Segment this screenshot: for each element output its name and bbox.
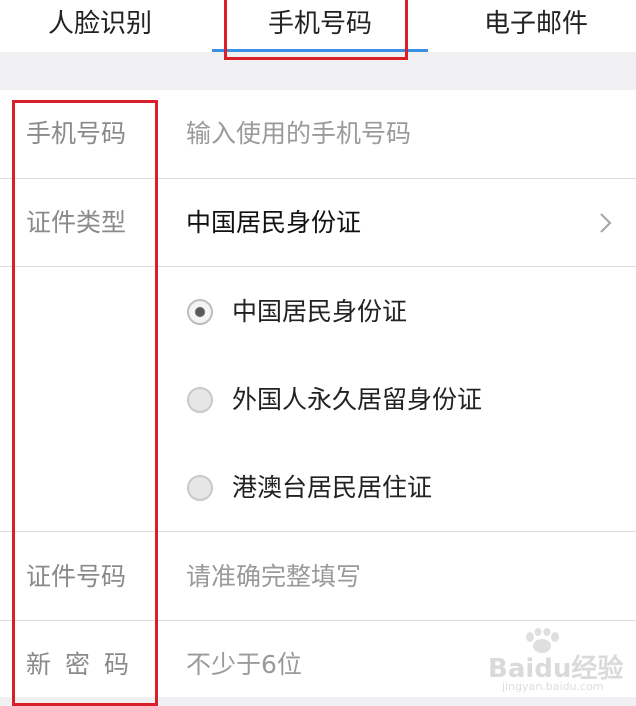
id-option-hmt-residence[interactable]: 港澳台居民居住证 (232, 471, 432, 505)
radio-icon[interactable] (187, 299, 213, 325)
radio-icon[interactable] (187, 387, 213, 413)
new-password-input[interactable]: 不少于6位 (186, 648, 302, 682)
row-divider (0, 266, 636, 267)
chevron-right-icon[interactable] (598, 208, 614, 238)
new-password-label: 新密码 (26, 650, 144, 679)
tab-email[interactable]: 电子邮件 (436, 0, 636, 52)
row-divider (0, 178, 636, 179)
row-divider (0, 531, 636, 532)
id-number-label: 证件号码 (26, 562, 127, 591)
active-tab-indicator (212, 49, 428, 52)
reset-form: 手机号码 输入使用的手机号码 证件类型 中国居民身份证 中国居民身份证 外国人永… (0, 90, 636, 697)
phone-label: 手机号码 (26, 119, 127, 148)
phone-input[interactable]: 输入使用的手机号码 (186, 117, 411, 151)
watermark-url: jingyan.baidu.com (502, 680, 604, 693)
radio-icon[interactable] (187, 475, 213, 501)
tab-face-recognition[interactable]: 人脸识别 (0, 0, 200, 52)
tab-phone-number[interactable]: 手机号码 (212, 0, 428, 52)
id-type-label: 证件类型 (26, 208, 127, 237)
id-number-input[interactable]: 请准确完整填写 (186, 560, 361, 594)
watermark: Baidu经验 jingyan.baidu.com (478, 628, 628, 693)
id-option-cn-resident[interactable]: 中国居民身份证 (232, 295, 407, 329)
id-type-select[interactable]: 中国居民身份证 (186, 206, 361, 240)
id-option-foreign-permanent[interactable]: 外国人永久居留身份证 (232, 383, 482, 417)
row-divider (0, 620, 636, 621)
tab-bar: 人脸识别 手机号码 电子邮件 (0, 0, 636, 52)
